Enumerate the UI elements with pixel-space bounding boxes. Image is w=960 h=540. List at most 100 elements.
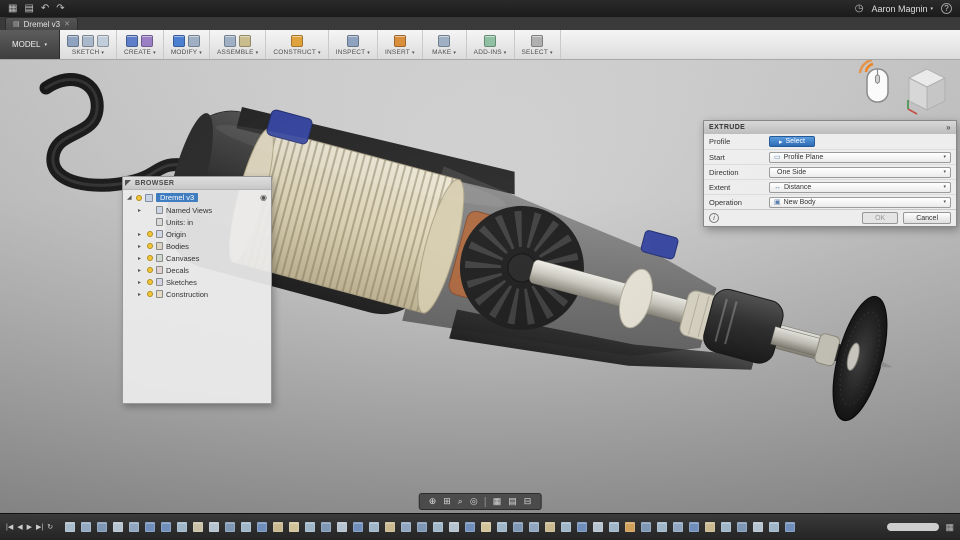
- activate-radio-icon[interactable]: ◉: [260, 193, 267, 202]
- browser-header[interactable]: BROWSER: [123, 177, 271, 190]
- timeline-feature-icon[interactable]: [625, 522, 636, 532]
- tool-icon[interactable]: [187, 35, 200, 47]
- undo-icon[interactable]: ↶: [41, 3, 49, 14]
- timeline-feature-icon[interactable]: [577, 522, 588, 532]
- timeline-feature-icon[interactable]: [353, 522, 364, 532]
- visibility-bulb-icon[interactable]: [147, 279, 153, 285]
- view-cube[interactable]: [902, 63, 952, 122]
- root-component-name[interactable]: Dremel v3: [156, 193, 199, 202]
- help-icon[interactable]: ?: [941, 3, 952, 14]
- browser-tree-item[interactable]: ▸ Origin: [123, 228, 271, 240]
- timeline-feature-icon[interactable]: [401, 522, 412, 532]
- timeline-scrollbar[interactable]: [887, 523, 940, 531]
- timeline-feature-icon[interactable]: [81, 522, 92, 532]
- tool-icon[interactable]: [97, 35, 109, 47]
- timeline-feature-icon[interactable]: [273, 522, 284, 532]
- redo-icon[interactable]: ↷: [56, 3, 64, 14]
- tool-icon[interactable]: [531, 35, 544, 47]
- toolbar-group[interactable]: ASSEMBLE ▾: [210, 30, 267, 59]
- grid-settings-icon[interactable]: ▤: [508, 496, 517, 507]
- timeline-feature-icon[interactable]: [225, 522, 236, 532]
- expander-icon[interactable]: ▸: [138, 267, 144, 274]
- toolbar-group[interactable]: CREATE ▾: [117, 30, 164, 59]
- timeline-feature-icon[interactable]: [129, 522, 140, 532]
- timeline-feature-icon[interactable]: [145, 522, 156, 532]
- tool-icon[interactable]: [291, 35, 304, 47]
- timeline-options-icon[interactable]: ▦: [945, 522, 954, 533]
- timeline-feature-icon[interactable]: [641, 522, 652, 532]
- timeline-feature-icon[interactable]: [753, 522, 764, 532]
- toolbar-group[interactable]: MAKE ▾: [423, 30, 467, 59]
- info-icon[interactable]: i: [709, 213, 719, 223]
- skip-to-end-button[interactable]: ▶|: [36, 523, 43, 531]
- timeline-feature-icon[interactable]: [721, 522, 732, 532]
- toolbar-group[interactable]: SELECT ▾: [515, 30, 561, 59]
- expander-icon[interactable]: ▸: [138, 207, 144, 214]
- timeline-feature-icon[interactable]: [305, 522, 316, 532]
- timeline-feature-icon[interactable]: [481, 522, 492, 532]
- timeline-feature-icon[interactable]: [705, 522, 716, 532]
- visibility-bulb-icon[interactable]: [147, 255, 153, 261]
- play-button[interactable]: ▶: [27, 523, 32, 531]
- timeline-feature-icon[interactable]: [241, 522, 252, 532]
- ok-button[interactable]: OK: [862, 212, 899, 224]
- expander-icon[interactable]: ◢: [127, 194, 133, 201]
- timeline-feature-icon[interactable]: [177, 522, 188, 532]
- timeline-feature-icon[interactable]: [609, 522, 620, 532]
- toolbar-group[interactable]: CONSTRUCT ▾: [266, 30, 329, 59]
- timeline-feature-icon[interactable]: [257, 522, 268, 532]
- tool-icon[interactable]: [393, 35, 406, 47]
- step-back-button[interactable]: ◀: [17, 523, 22, 531]
- browser-tree-item[interactable]: ▸ Construction: [123, 288, 271, 300]
- visibility-bulb-icon[interactable]: [136, 194, 142, 201]
- dropdown-field[interactable]: ▣ New Body ▾: [769, 196, 951, 208]
- visibility-bulb-icon[interactable]: [147, 231, 153, 237]
- expander-icon[interactable]: ▸: [138, 243, 144, 250]
- tool-icon[interactable]: [82, 35, 94, 47]
- expander-icon[interactable]: ▸: [138, 279, 144, 286]
- timeline-feature-icon[interactable]: [417, 522, 428, 532]
- timeline-feature-icon[interactable]: [689, 522, 700, 532]
- extrude-dialog-header[interactable]: EXTRUDE »: [704, 121, 956, 134]
- timeline-feature-icon[interactable]: [385, 522, 396, 532]
- timeline-feature-icon[interactable]: [449, 522, 460, 532]
- timeline-feature-icon[interactable]: [545, 522, 556, 532]
- timeline-feature-icon[interactable]: [65, 522, 76, 532]
- select-profile-button[interactable]: ▸ Select: [769, 136, 815, 147]
- dropdown-field[interactable]: ▭ Profile Plane ▾: [769, 151, 951, 163]
- timeline-feature-icon[interactable]: [769, 522, 780, 532]
- pan-icon[interactable]: ⊞: [443, 496, 451, 507]
- tool-icon[interactable]: [484, 35, 497, 47]
- user-menu[interactable]: Aaron Magnin ▾: [871, 4, 933, 14]
- skip-to-start-button[interactable]: |◀: [6, 523, 13, 531]
- timeline-feature-icon[interactable]: [529, 522, 540, 532]
- browser-tree-item[interactable]: ▸ Bodies: [123, 240, 271, 252]
- tool-icon[interactable]: [172, 35, 185, 47]
- timeline-feature-icon[interactable]: [561, 522, 572, 532]
- toolbar-group[interactable]: ADD-INS ▾: [467, 30, 515, 59]
- display-settings-icon[interactable]: ▦: [493, 496, 502, 507]
- toolbar-group[interactable]: INSPECT ▾: [329, 30, 379, 59]
- fit-view-icon[interactable]: ⊕: [429, 496, 437, 507]
- timeline-feature-icon[interactable]: [513, 522, 524, 532]
- browser-tree-item[interactable]: ▸ Named Views: [123, 204, 271, 216]
- timeline-feature-icon[interactable]: [209, 522, 220, 532]
- tool-icon[interactable]: [126, 35, 139, 47]
- data-panel-icon[interactable]: ▤: [24, 3, 33, 14]
- dropdown-field[interactable]: One Side ▾: [769, 166, 951, 178]
- timeline-feature-icon[interactable]: [113, 522, 124, 532]
- collapse-icon[interactable]: »: [946, 123, 951, 132]
- browser-tree-item[interactable]: ▸ Decals: [123, 264, 271, 276]
- timeline-feature-icon[interactable]: [433, 522, 444, 532]
- browser-root-row[interactable]: ◢ Dremel v3 ◉: [123, 190, 271, 204]
- visibility-bulb-icon[interactable]: [147, 267, 153, 273]
- expander-icon[interactable]: ▸: [138, 291, 144, 298]
- browser-tree-item[interactable]: ▸ Canvases: [123, 252, 271, 264]
- timeline-feature-icon[interactable]: [369, 522, 380, 532]
- cancel-button[interactable]: Cancel: [903, 212, 951, 224]
- workspace-switcher[interactable]: MODEL ▾: [0, 30, 60, 59]
- timeline-feature-icon[interactable]: [321, 522, 332, 532]
- dropdown-field[interactable]: ↔ Distance ▾: [769, 181, 951, 193]
- toolbar-group[interactable]: SKETCH ▾: [60, 30, 117, 59]
- timeline-feature-icon[interactable]: [193, 522, 204, 532]
